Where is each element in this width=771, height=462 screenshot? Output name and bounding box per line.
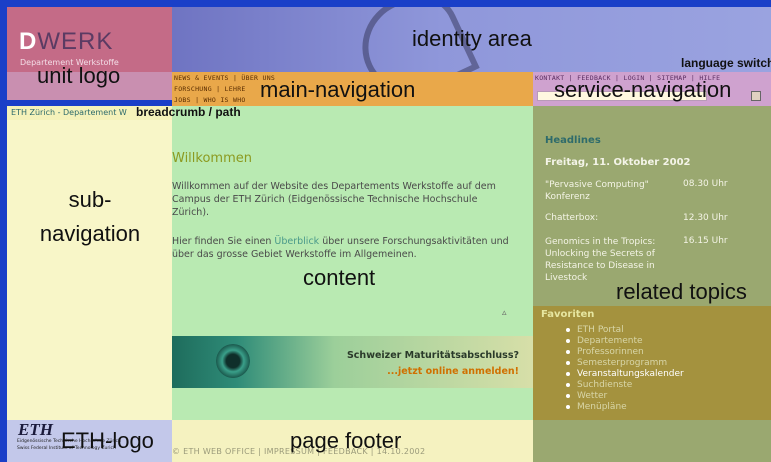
- event-title-2[interactable]: Chatterbox:: [545, 213, 665, 223]
- favorite-item-professorinnen[interactable]: Professorinnen: [566, 347, 684, 358]
- label-service-navigation: service-navigation: [554, 77, 732, 102]
- headlines-date: Freitag, 11. Oktober 2002: [545, 157, 691, 168]
- scroll-top-icon[interactable]: ▵: [502, 308, 507, 318]
- event-time-1: 08.30 Uhr: [683, 179, 728, 189]
- label-sub-navigation: sub- navigation: [39, 187, 141, 246]
- content-paragraph-2: Hier finden Sie einen Überblick über uns…: [172, 236, 509, 260]
- favorite-item-eth-portal[interactable]: ETH Portal: [566, 325, 684, 336]
- event-time-3: 16.15 Uhr: [683, 236, 728, 246]
- favorite-item-menueplaene[interactable]: Menüpläne: [566, 402, 684, 413]
- breadcrumb-path[interactable]: ETH Zürich - Departement W: [11, 108, 127, 117]
- related-topics-area: Headlines Freitag, 11. Oktober 2002 "Per…: [533, 106, 771, 306]
- event-title-1[interactable]: "Pervasive Computing" Konferenz: [545, 179, 665, 203]
- footer-right-area: [533, 420, 771, 462]
- main-nav-line-2[interactable]: FORSCHUNG | LEHRE: [174, 85, 246, 93]
- content-heading: Willkommen: [172, 151, 252, 166]
- overview-link[interactable]: Überblick: [274, 236, 319, 247]
- label-unit-logo: unit logo: [37, 63, 121, 88]
- favorite-item-suchdienste[interactable]: Suchdienste: [566, 380, 684, 391]
- label-related-topics: related topics: [616, 279, 747, 304]
- label-language-switch[interactable]: language switch: [681, 56, 771, 70]
- maturity-banner[interactable]: Schweizer Maturitätsabschluss? ...jetzt …: [172, 336, 533, 388]
- banner-cta[interactable]: ...jetzt online anmelden!: [387, 366, 519, 377]
- favoriten-list: ETH Portal Departemente Professorinnen S…: [566, 325, 684, 413]
- label-page-footer: page footer: [290, 428, 402, 453]
- label-eth-logo: ETH-logo: [61, 428, 154, 453]
- content-area: Willkommen Willkommen auf der Website de…: [172, 106, 533, 420]
- main-nav-line-3[interactable]: JOBS | WHO IS WHO: [174, 96, 246, 104]
- favorite-item-veranstaltungskalender[interactable]: Veranstaltungskalender: [566, 369, 684, 380]
- favorite-item-wetter[interactable]: Wetter: [566, 391, 684, 402]
- favoriten-area: Favoriten ETH Portal Departemente Profes…: [533, 306, 771, 420]
- label-breadcrumb: breadcrumb / path: [136, 105, 241, 119]
- unit-logo[interactable]: DWERK: [19, 28, 113, 56]
- sub-navigation-area: [7, 120, 172, 420]
- eye-graphic: [216, 344, 250, 378]
- event-title-3[interactable]: Genomics in the Tropics: Unlocking the S…: [545, 236, 680, 284]
- favoriten-title: Favoriten: [541, 309, 595, 320]
- favorite-item-semesterprogramm[interactable]: Semesterprogramm: [566, 358, 684, 369]
- headlines-title: Headlines: [545, 135, 601, 146]
- event-time-2: 12.30 Uhr: [683, 213, 728, 223]
- search-go-icon[interactable]: [751, 91, 761, 101]
- content-paragraph-1: Willkommen auf der Website des Departeme…: [172, 181, 496, 218]
- label-identity-area: identity area: [412, 26, 532, 51]
- eth-logo[interactable]: ETH: [18, 420, 53, 440]
- favorite-item-departemente[interactable]: Departemente: [566, 336, 684, 347]
- banner-title: Schweizer Maturitätsabschluss?: [346, 350, 519, 361]
- label-main-navigation: main-navigation: [260, 77, 416, 102]
- label-content: content: [303, 265, 376, 290]
